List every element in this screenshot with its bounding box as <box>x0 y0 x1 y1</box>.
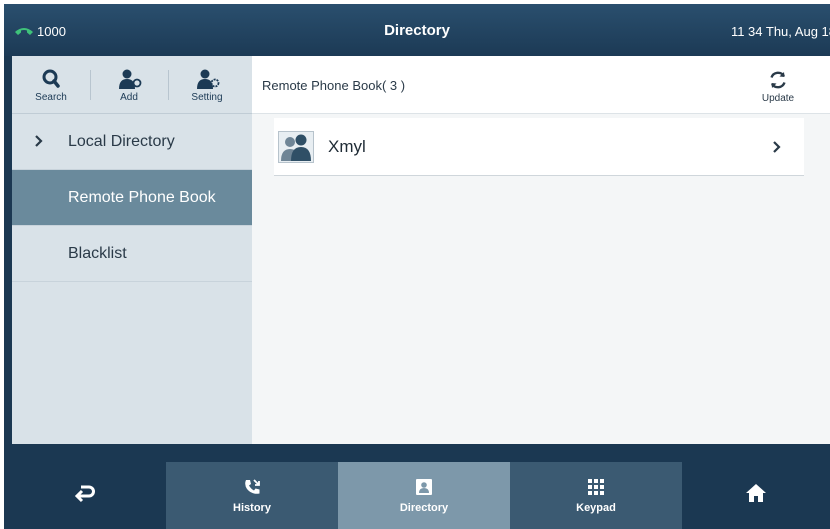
tab-directory[interactable]: Directory <box>338 462 510 529</box>
refresh-icon <box>770 71 786 88</box>
sidebar-item-local-directory[interactable]: Local Directory <box>12 114 252 170</box>
contact-name: Xmyl <box>328 136 366 156</box>
add-contact-button[interactable]: Add <box>90 56 168 114</box>
bottom-nav: History Directory Keypad <box>4 452 830 529</box>
tab-keypad-label: Keypad <box>576 501 616 514</box>
add-label: Add <box>120 91 138 103</box>
contact-group-icon <box>278 130 314 163</box>
tab-keypad[interactable]: Keypad <box>510 462 682 529</box>
list-item[interactable]: Xmyl <box>274 118 804 176</box>
sidebar: Search Add Setting Local Directory Remot… <box>12 56 252 444</box>
directory-toolbar: Search Add Setting <box>12 56 252 114</box>
home-icon <box>746 483 766 502</box>
tab-history[interactable]: History <box>166 462 338 529</box>
search-button[interactable]: Search <box>12 56 90 114</box>
sidebar-item-blacklist[interactable]: Blacklist <box>12 226 252 282</box>
tab-history-label: History <box>233 501 271 514</box>
search-icon <box>42 69 60 88</box>
directory-icon <box>416 478 432 495</box>
content-panel: Remote Phone Book( 3 ) Update Xmyl <box>252 56 830 444</box>
status-bar: 1000 Directory 11 34 Thu, Aug 18 <box>4 4 830 56</box>
sidebar-item-label: Remote Phone Book <box>68 188 216 206</box>
setting-label: Setting <box>191 91 223 103</box>
add-contact-icon <box>119 69 142 89</box>
sidebar-item-label: Local Directory <box>68 132 175 150</box>
update-button[interactable]: Update <box>756 64 800 108</box>
setting-button[interactable]: Setting <box>168 56 246 114</box>
chevron-right-icon <box>35 135 43 147</box>
clock: 11 34 Thu, Aug 18 <box>730 24 830 39</box>
content-header: Remote Phone Book( 3 ) Update <box>252 56 830 114</box>
phone-screen: 1000 Directory 11 34 Thu, Aug 18 Search … <box>4 4 830 529</box>
call-history-icon <box>245 478 260 494</box>
contact-settings-icon <box>197 69 220 89</box>
page-title: Directory <box>384 22 450 39</box>
sidebar-item-label: Blacklist <box>68 244 127 262</box>
back-button[interactable] <box>4 462 166 529</box>
chevron-right-icon <box>773 141 781 153</box>
sidebar-item-remote-phone-book[interactable]: Remote Phone Book <box>12 170 252 226</box>
keypad-icon <box>588 478 604 495</box>
tab-directory-label: Directory <box>399 501 449 514</box>
search-label: Search <box>35 91 67 103</box>
phone-book-title: Remote Phone Book( 3 ) <box>262 78 406 93</box>
update-label: Update <box>761 92 795 104</box>
home-button[interactable] <box>682 462 830 529</box>
back-icon <box>74 485 95 502</box>
